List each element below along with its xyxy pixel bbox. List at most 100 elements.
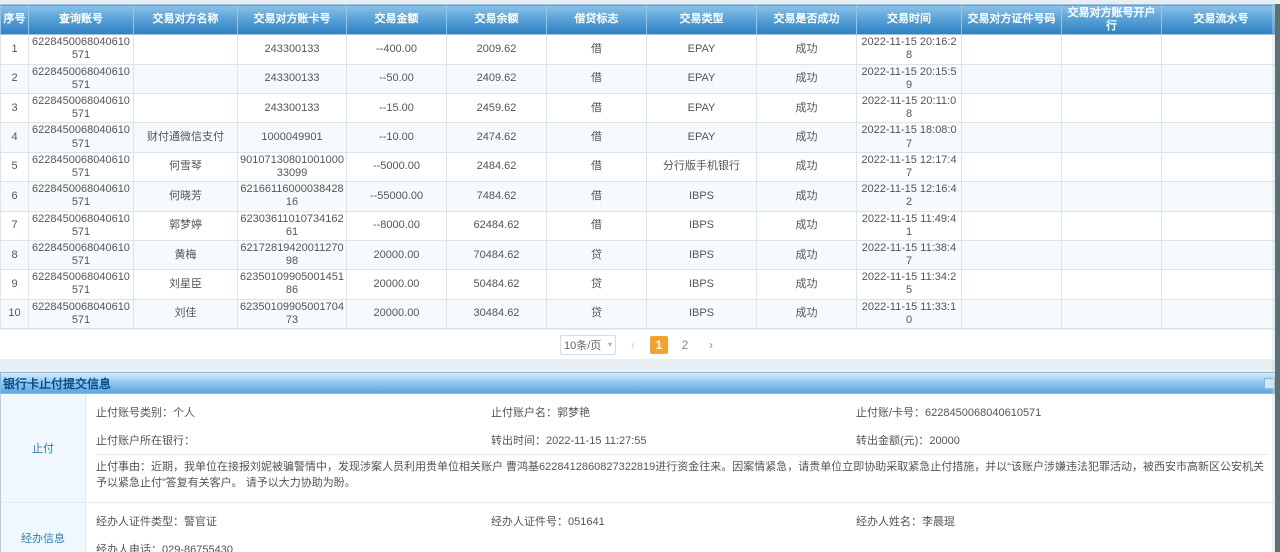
- table-cell: --400.00: [347, 35, 447, 64]
- table-cell: 50484.62: [447, 270, 547, 299]
- table-cell: EPAY: [647, 123, 757, 152]
- table-cell: 6228450068040610571: [29, 299, 134, 328]
- table-cell: 贷: [547, 299, 647, 328]
- table-cell: 2022-11-15 12:16:42: [857, 182, 962, 211]
- table-cell: 10: [1, 299, 29, 328]
- table-cell: 4: [1, 123, 29, 152]
- table-cell: 2409.62: [447, 64, 547, 93]
- column-header: 查询账号: [29, 5, 134, 35]
- table-cell: [1062, 270, 1162, 299]
- table-cell: 借: [547, 123, 647, 152]
- table-cell: [1162, 94, 1280, 123]
- table-cell: --8000.00: [347, 211, 447, 240]
- table-cell: 6228450068040610571: [29, 64, 134, 93]
- table-row: 76228450068040610571郭梦婷62303611010734162…: [1, 211, 1280, 240]
- field-card-number: 止付账/卡号：6228450068040610571: [856, 398, 1269, 426]
- scrollbar[interactable]: [1275, 4, 1280, 552]
- table-cell: 何雪琴: [134, 152, 238, 181]
- field-account-category: 止付账号类别：个人: [96, 398, 491, 426]
- stop-payment-section-header: 银行卡止付提交信息: [0, 372, 1280, 394]
- table-cell: 成功: [757, 270, 857, 299]
- field-account-name: 止付账户名：郭梦艳: [491, 398, 856, 426]
- table-cell: [1062, 299, 1162, 328]
- table-row: 26228450068040610571243300133--50.002409…: [1, 64, 1280, 93]
- handler-group: 经办信息 经办人证件类型：警官证 经办人证件号：051641 经办人姓名：李晨琨…: [1, 503, 1279, 552]
- table-cell: 6217281942001127098: [238, 240, 347, 269]
- table-cell: 2022-11-15 11:38:47: [857, 240, 962, 269]
- table-cell: EPAY: [647, 35, 757, 64]
- table-cell: 分行版手机银行: [647, 152, 757, 181]
- table-cell: 2022-11-15 11:49:41: [857, 211, 962, 240]
- table-row: 16228450068040610571243300133--400.00200…: [1, 35, 1280, 64]
- field-account-bank: 止付账户所在银行：: [96, 426, 491, 454]
- table-cell: [1162, 240, 1280, 269]
- table-cell: 借: [547, 211, 647, 240]
- stop-payment-panel: 止付 止付账号类别：个人 止付账户名：郭梦艳 止付账/卡号：6228450068…: [0, 394, 1280, 552]
- table-cell: 借: [547, 94, 647, 123]
- table-cell: EPAY: [647, 94, 757, 123]
- prev-page-button[interactable]: ‹: [624, 336, 642, 354]
- table-cell: 财付通微信支付: [134, 123, 238, 152]
- field-transfer-amount: 转出金额(元)：20000: [856, 426, 1269, 454]
- page-button-1[interactable]: 1: [650, 336, 668, 354]
- table-cell: 6228450068040610571: [29, 270, 134, 299]
- table-cell: --15.00: [347, 94, 447, 123]
- table-cell: 2022-11-15 11:34:25: [857, 270, 962, 299]
- table-cell: 9010713080100100033099: [238, 152, 347, 181]
- column-header: 借贷标志: [547, 5, 647, 35]
- table-cell: 成功: [757, 211, 857, 240]
- table-cell: [1062, 64, 1162, 93]
- table-cell: 黄梅: [134, 240, 238, 269]
- column-header: 交易时间: [857, 5, 962, 35]
- table-cell: 6228450068040610571: [29, 152, 134, 181]
- transactions-panel: 序号查询账号交易对方名称交易对方账卡号交易金额交易余额借贷标志交易类型交易是否成…: [0, 4, 1280, 359]
- table-cell: [1162, 152, 1280, 181]
- table-cell: 成功: [757, 64, 857, 93]
- field-handler-id-type: 经办人证件类型：警官证: [96, 507, 491, 535]
- table-cell: 2: [1, 64, 29, 93]
- table-row: 56228450068040610571何雪琴90107130801001000…: [1, 152, 1280, 181]
- table-cell: 2484.62: [447, 152, 547, 181]
- table-cell: --10.00: [347, 123, 447, 152]
- chevron-down-icon: ▾: [608, 340, 612, 349]
- page-button-2[interactable]: 2: [676, 336, 694, 354]
- table-cell: [962, 64, 1062, 93]
- table-cell: 62484.62: [447, 211, 547, 240]
- table-cell: 借: [547, 182, 647, 211]
- field-handler-name: 经办人姓名：李晨琨: [856, 507, 1269, 535]
- table-cell: 借: [547, 152, 647, 181]
- table-cell: [134, 35, 238, 64]
- table-cell: 成功: [757, 94, 857, 123]
- table-cell: 243300133: [238, 35, 347, 64]
- table-cell: 6228450068040610571: [29, 123, 134, 152]
- table-cell: [962, 94, 1062, 123]
- table-cell: 2022-11-15 20:11:08: [857, 94, 962, 123]
- table-cell: 20000.00: [347, 299, 447, 328]
- pagination: 10条/页 ▾ ‹ 1 2 ›: [0, 329, 1280, 359]
- column-header: 交易对方账卡号: [238, 5, 347, 35]
- table-cell: 243300133: [238, 94, 347, 123]
- table-cell: [962, 240, 1062, 269]
- table-cell: 6216611600003842816: [238, 182, 347, 211]
- table-cell: 6228450068040610571: [29, 211, 134, 240]
- table-cell: 20000.00: [347, 270, 447, 299]
- stop-payment-group: 止付 止付账号类别：个人 止付账户名：郭梦艳 止付账/卡号：6228450068…: [1, 394, 1279, 503]
- table-cell: 贷: [547, 270, 647, 299]
- table-cell: 刘佳: [134, 299, 238, 328]
- field-handler-id-number: 经办人证件号：051641: [491, 507, 856, 535]
- table-cell: 2022-11-15 12:17:47: [857, 152, 962, 181]
- next-page-button[interactable]: ›: [702, 336, 720, 354]
- column-header: 交易类型: [647, 5, 757, 35]
- table-cell: 6235010990500145186: [238, 270, 347, 299]
- table-cell: [1062, 182, 1162, 211]
- column-header: 交易是否成功: [757, 5, 857, 35]
- table-cell: 6230361101073416261: [238, 211, 347, 240]
- table-cell: 何晓芳: [134, 182, 238, 211]
- table-cell: [962, 152, 1062, 181]
- column-header: 交易对方名称: [134, 5, 238, 35]
- table-cell: 借: [547, 35, 647, 64]
- page-size-select[interactable]: 10条/页 ▾: [560, 335, 616, 355]
- table-cell: [1162, 182, 1280, 211]
- stop-payment-section-title: 银行卡止付提交信息: [3, 375, 111, 392]
- table-cell: IBPS: [647, 270, 757, 299]
